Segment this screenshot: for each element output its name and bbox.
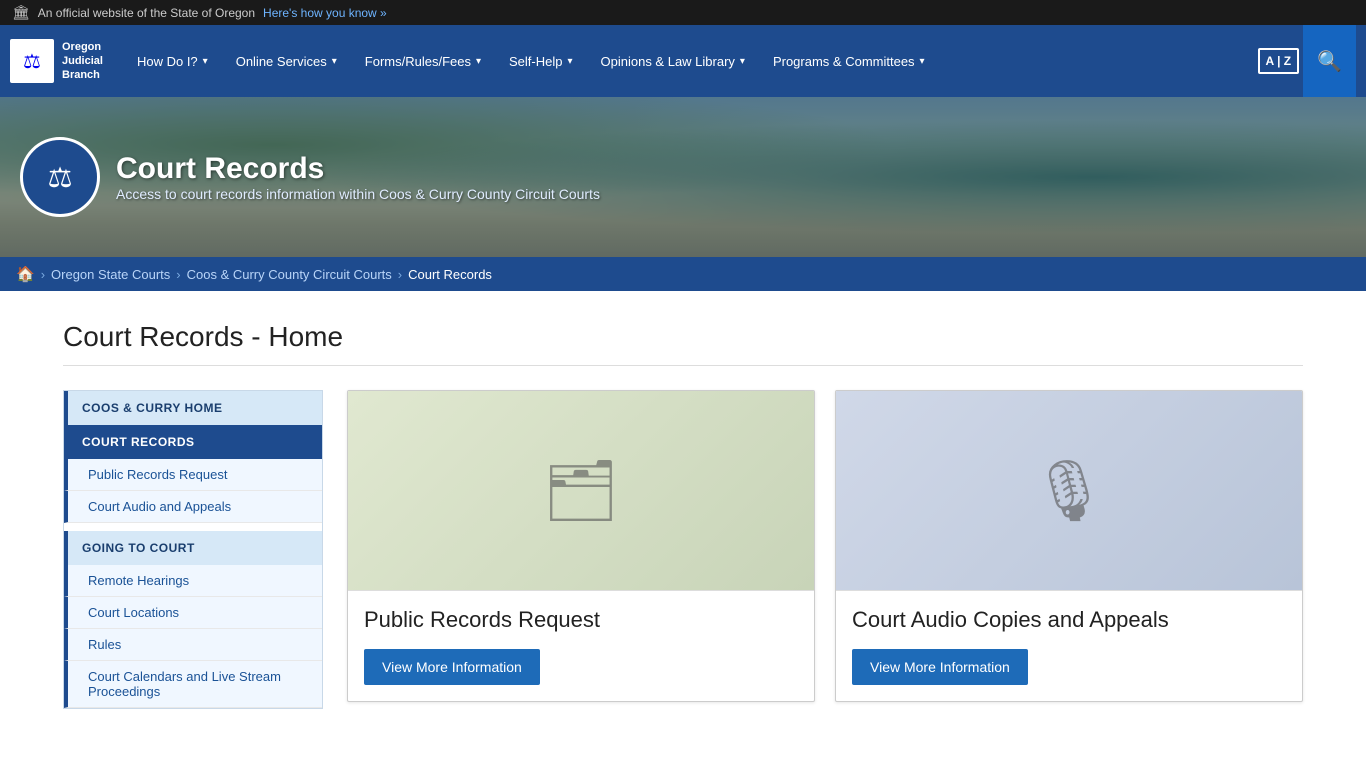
card-image-mic: Microphone on a podium [836, 391, 1302, 591]
cards-area: Stack of folders Public Records Request … [347, 390, 1303, 709]
chevron-down-icon: ▾ [920, 56, 925, 67]
chevron-down-icon: ▾ [332, 56, 337, 67]
content-layout: COOS & CURRY HOME COURT RECORDS Public R… [63, 390, 1303, 709]
nav-forms-rules-fees[interactable]: Forms/Rules/Fees ▾ [351, 25, 495, 97]
card-btn-public-records[interactable]: View More Information [364, 649, 540, 685]
chevron-down-icon: ▾ [476, 56, 481, 67]
nav-online-services[interactable]: Online Services ▾ [222, 25, 351, 97]
sidebar-link-remote-hearings[interactable]: Remote Hearings [64, 565, 322, 597]
search-button[interactable]: 🔍 [1303, 25, 1356, 97]
hero-title: Court Records [116, 152, 600, 186]
card-court-audio: Microphone on a podium Court Audio Copie… [835, 390, 1303, 702]
site-logo[interactable]: ⚖ Oregon Judicial Branch [10, 39, 103, 83]
breadcrumb-oregon-state-courts[interactable]: Oregon State Courts [51, 267, 170, 282]
home-icon: 🏠 [16, 265, 35, 283]
sidebar-section-court-records: COURT RECORDS [64, 425, 322, 459]
main-content: Court Records - Home COOS & CURRY HOME C… [43, 291, 1323, 739]
sidebar-link-court-locations[interactable]: Court Locations [64, 597, 322, 629]
card-title-court-audio: Court Audio Copies and Appeals [852, 607, 1286, 633]
nav-programs-committees[interactable]: Programs & Committees ▾ [759, 25, 939, 97]
sidebar-section-going-to-court: GOING TO COURT [64, 531, 322, 565]
hero-content: ⚖ Court Records Access to court records … [20, 137, 600, 217]
how-to-know-link[interactable]: Here's how you know » [263, 6, 387, 20]
logo-icon: ⚖ [10, 39, 54, 83]
sidebar-section-coos-curry-home[interactable]: COOS & CURRY HOME [64, 391, 322, 425]
search-icon: 🔍 [1317, 49, 1342, 74]
judicial-seal: ⚖ [20, 137, 100, 217]
banner-text: An official website of the State of Oreg… [38, 6, 255, 20]
logo-text: Oregon Judicial Branch [62, 40, 103, 83]
breadcrumb-current: Court Records [408, 267, 492, 282]
chevron-down-icon: ▾ [740, 56, 745, 67]
hero-subtitle: Access to court records information with… [116, 186, 600, 202]
hero-banner: ⚖ Court Records Access to court records … [0, 97, 1366, 257]
chevron-down-icon: ▾ [203, 56, 208, 67]
sidebar-wrapper: COOS & CURRY HOME COURT RECORDS Public R… [63, 390, 323, 709]
hero-text: Court Records Access to court records in… [116, 152, 600, 202]
nav-self-help[interactable]: Self-Help ▾ [495, 25, 587, 97]
top-banner: 🏛 An official website of the State of Or… [0, 0, 1366, 25]
sidebar-link-public-records[interactable]: Public Records Request [64, 459, 322, 491]
page-title: Court Records - Home [63, 321, 1303, 366]
card-btn-court-audio[interactable]: View More Information [852, 649, 1028, 685]
sidebar-link-court-audio[interactable]: Court Audio and Appeals [64, 491, 322, 523]
sidebar: COOS & CURRY HOME COURT RECORDS Public R… [63, 390, 323, 709]
card-public-records: Stack of folders Public Records Request … [347, 390, 815, 702]
language-toggle[interactable]: A | Z [1258, 48, 1300, 74]
breadcrumb-coos-curry[interactable]: Coos & Curry County Circuit Courts [187, 267, 392, 282]
nav-how-do-i[interactable]: How Do I? ▾ [123, 25, 222, 97]
chevron-down-icon: ▾ [567, 56, 572, 67]
card-body-court-audio: Court Audio Copies and Appeals View More… [836, 591, 1302, 701]
flag-icon: 🏛 [12, 4, 30, 21]
nav-links: How Do I? ▾ Online Services ▾ Forms/Rule… [123, 25, 1258, 97]
card-image-folders: Stack of folders [348, 391, 814, 591]
card-title-public-records: Public Records Request [364, 607, 798, 633]
main-nav: ⚖ Oregon Judicial Branch How Do I? ▾ Onl… [0, 25, 1366, 97]
sidebar-link-court-calendars[interactable]: Court Calendars and Live Stream Proceedi… [64, 661, 322, 708]
nav-opinions-law-library[interactable]: Opinions & Law Library ▾ [587, 25, 759, 97]
sidebar-link-rules[interactable]: Rules [64, 629, 322, 661]
breadcrumb: 🏠 › Oregon State Courts › Coos & Curry C… [0, 257, 1366, 291]
card-body-public-records: Public Records Request View More Informa… [348, 591, 814, 701]
nav-right-controls: A | Z 🔍 [1258, 25, 1356, 97]
